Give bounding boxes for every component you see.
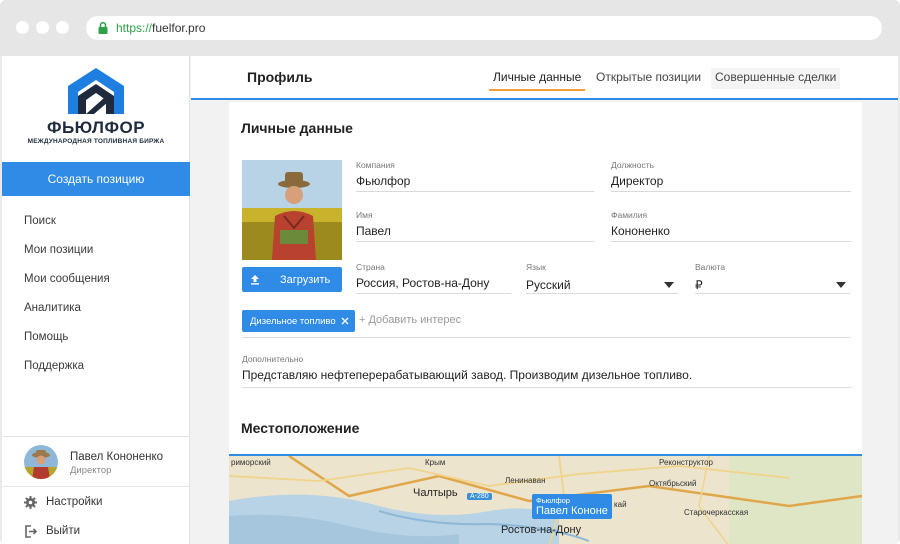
map-label-oktyabrsky: Октябрьский bbox=[649, 479, 697, 488]
page-title: Профиль bbox=[247, 69, 313, 85]
currency-value: ₽ bbox=[695, 278, 703, 292]
currency-label: Валюта bbox=[695, 262, 726, 272]
personal-section-title: Личные данные bbox=[241, 120, 353, 136]
url-scheme: https:// bbox=[116, 21, 153, 35]
upload-label: Загрузить bbox=[280, 273, 331, 286]
position-field[interactable]: Должность Директор bbox=[611, 160, 851, 192]
gear-icon bbox=[24, 495, 37, 509]
currency-select[interactable]: Валюта ₽ bbox=[695, 262, 850, 294]
logo[interactable]: ФЬЮЛФОР МЕЖДУНАРОДНАЯ ТОПЛИВНАЯ БИРЖА bbox=[2, 66, 190, 156]
sidebar-item-my-positions[interactable]: Мои позиции bbox=[2, 235, 190, 264]
company-label: Компания bbox=[356, 160, 395, 170]
location-map[interactable]: риморский Крым Ленинаван Реконструктор О… bbox=[229, 454, 862, 544]
avatar[interactable] bbox=[24, 445, 58, 479]
logout-button[interactable]: Выйти bbox=[24, 521, 184, 541]
language-label: Язык bbox=[526, 262, 546, 272]
chevron-down-icon bbox=[836, 282, 846, 288]
interest-chip-label: Дизельное топливо bbox=[250, 315, 336, 327]
sidebar: ФЬЮЛФОР МЕЖДУНАРОДНАЯ ТОПЛИВНАЯ БИРЖА Со… bbox=[2, 56, 190, 544]
map-label-leninavan: Ленинаван bbox=[505, 476, 546, 485]
position-value: Директор bbox=[611, 174, 664, 188]
map-label-krym: Крым bbox=[425, 458, 446, 467]
browser-window: https://fuelfor.pro ФЬЮЛФОР МЕЖДУНАРОДНА… bbox=[0, 0, 900, 544]
user-role: Директор bbox=[70, 465, 112, 476]
profile-card: Личные данные Загрузить Компания Фьюлфор… bbox=[229, 102, 862, 544]
additional-value: Представляю нефтеперерабатывающий завод.… bbox=[242, 368, 693, 382]
address-bar[interactable]: https://fuelfor.pro bbox=[86, 16, 882, 40]
tab-open-positions[interactable]: Открытые позиции bbox=[596, 70, 701, 89]
location-section-title: Местоположение bbox=[241, 420, 360, 436]
sidebar-item-analytics[interactable]: Аналитика bbox=[2, 293, 190, 322]
create-position-button[interactable]: Создать позицию bbox=[2, 162, 190, 196]
last-name-value: Кононенко bbox=[611, 224, 670, 238]
url-text: https://fuelfor.pro bbox=[116, 21, 205, 35]
country-value: Россия, Ростов-на-Дону bbox=[356, 276, 490, 290]
map-label-rostov: Ростов-на-Дону bbox=[501, 524, 582, 536]
user-name: Павел Кононенко bbox=[70, 451, 164, 463]
first-name-field[interactable]: Имя Павел bbox=[356, 210, 594, 242]
settings-label: Настройки bbox=[46, 496, 103, 508]
tab-completed-deals[interactable]: Совершенные сделки bbox=[711, 68, 841, 89]
company-value: Фьюлфор bbox=[356, 174, 411, 188]
window-minimize-dot[interactable] bbox=[36, 21, 49, 34]
last-name-label: Фамилия bbox=[611, 210, 648, 220]
company-field[interactable]: Компания Фьюлфор bbox=[356, 160, 594, 192]
sidebar-item-my-messages[interactable]: Мои сообщения bbox=[2, 264, 190, 293]
additional-label: Дополнительно bbox=[242, 354, 304, 364]
position-label: Должность bbox=[611, 160, 655, 170]
logo-name: ФЬЮЛФОР bbox=[46, 118, 146, 137]
map-road-badge: A-280 bbox=[467, 493, 492, 500]
sidebar-item-help[interactable]: Помощь bbox=[2, 322, 190, 351]
first-name-label: Имя bbox=[356, 210, 373, 220]
map-label-kai: кай bbox=[614, 500, 627, 509]
last-name-field[interactable]: Фамилия Кононенко bbox=[611, 210, 851, 242]
language-value: Русский bbox=[526, 278, 571, 292]
profile-photo bbox=[242, 160, 342, 260]
browser-toolbar: https://fuelfor.pro bbox=[0, 0, 900, 56]
logo-mark-icon bbox=[68, 68, 124, 114]
page-header: Профиль Личные данные Открытые позиции С… bbox=[191, 56, 898, 100]
window-close-dot[interactable] bbox=[16, 21, 29, 34]
map-label-primorsky: риморский bbox=[231, 458, 271, 467]
upload-photo-button[interactable]: Загрузить bbox=[242, 267, 342, 292]
additional-field[interactable]: Дополнительно Представляю нефтеперерабат… bbox=[242, 354, 851, 388]
country-label: Страна bbox=[356, 262, 385, 272]
map-label-chaltyr: Чалтырь bbox=[413, 487, 458, 499]
first-name-value: Павел bbox=[356, 224, 391, 238]
map-marker-name: Павел Кононе bbox=[536, 505, 608, 517]
settings-button[interactable]: Настройки bbox=[24, 492, 184, 512]
sidebar-item-search[interactable]: Поиск bbox=[2, 206, 190, 235]
sidebar-nav: Поиск Мои позиции Мои сообщения Аналитик… bbox=[2, 206, 190, 380]
map-location-marker[interactable]: Фьюлфор Павел Кононе bbox=[532, 494, 612, 519]
map-label-reconstructor: Реконструктор bbox=[659, 458, 713, 467]
chevron-down-icon bbox=[664, 282, 674, 288]
map-marker-company: Фьюлфор bbox=[536, 496, 570, 505]
logout-label: Выйти bbox=[46, 525, 81, 537]
lock-icon bbox=[98, 21, 108, 34]
tab-personal-data[interactable]: Личные данные bbox=[489, 70, 586, 91]
app-container: ФЬЮЛФОР МЕЖДУНАРОДНАЯ ТОПЛИВНАЯ БИРЖА Со… bbox=[2, 56, 898, 544]
window-maximize-dot[interactable] bbox=[56, 21, 69, 34]
map-label-starocherkasskaya: Старочеркасская bbox=[684, 508, 749, 517]
url-host: fuelfor.pro bbox=[152, 21, 206, 35]
interest-chip[interactable]: Дизельное топливо bbox=[242, 310, 355, 332]
sidebar-item-support[interactable]: Поддержка bbox=[2, 351, 190, 380]
logo-subtitle: МЕЖДУНАРОДНАЯ ТОПЛИВНАЯ БИРЖА bbox=[27, 138, 165, 145]
avatar-image bbox=[24, 445, 58, 479]
country-field[interactable]: Страна Россия, Ростов-на-Дону bbox=[356, 262, 511, 294]
language-select[interactable]: Язык Русский bbox=[526, 262, 678, 294]
upload-icon bbox=[251, 275, 259, 285]
interest-divider bbox=[242, 337, 850, 338]
profile-photo-image bbox=[242, 160, 342, 260]
add-interest-link[interactable]: + Добавить интерес bbox=[359, 314, 461, 326]
logout-icon bbox=[25, 524, 37, 538]
close-icon[interactable] bbox=[341, 317, 349, 325]
user-profile-block[interactable]: Павел Кононенко Директор bbox=[2, 436, 190, 487]
